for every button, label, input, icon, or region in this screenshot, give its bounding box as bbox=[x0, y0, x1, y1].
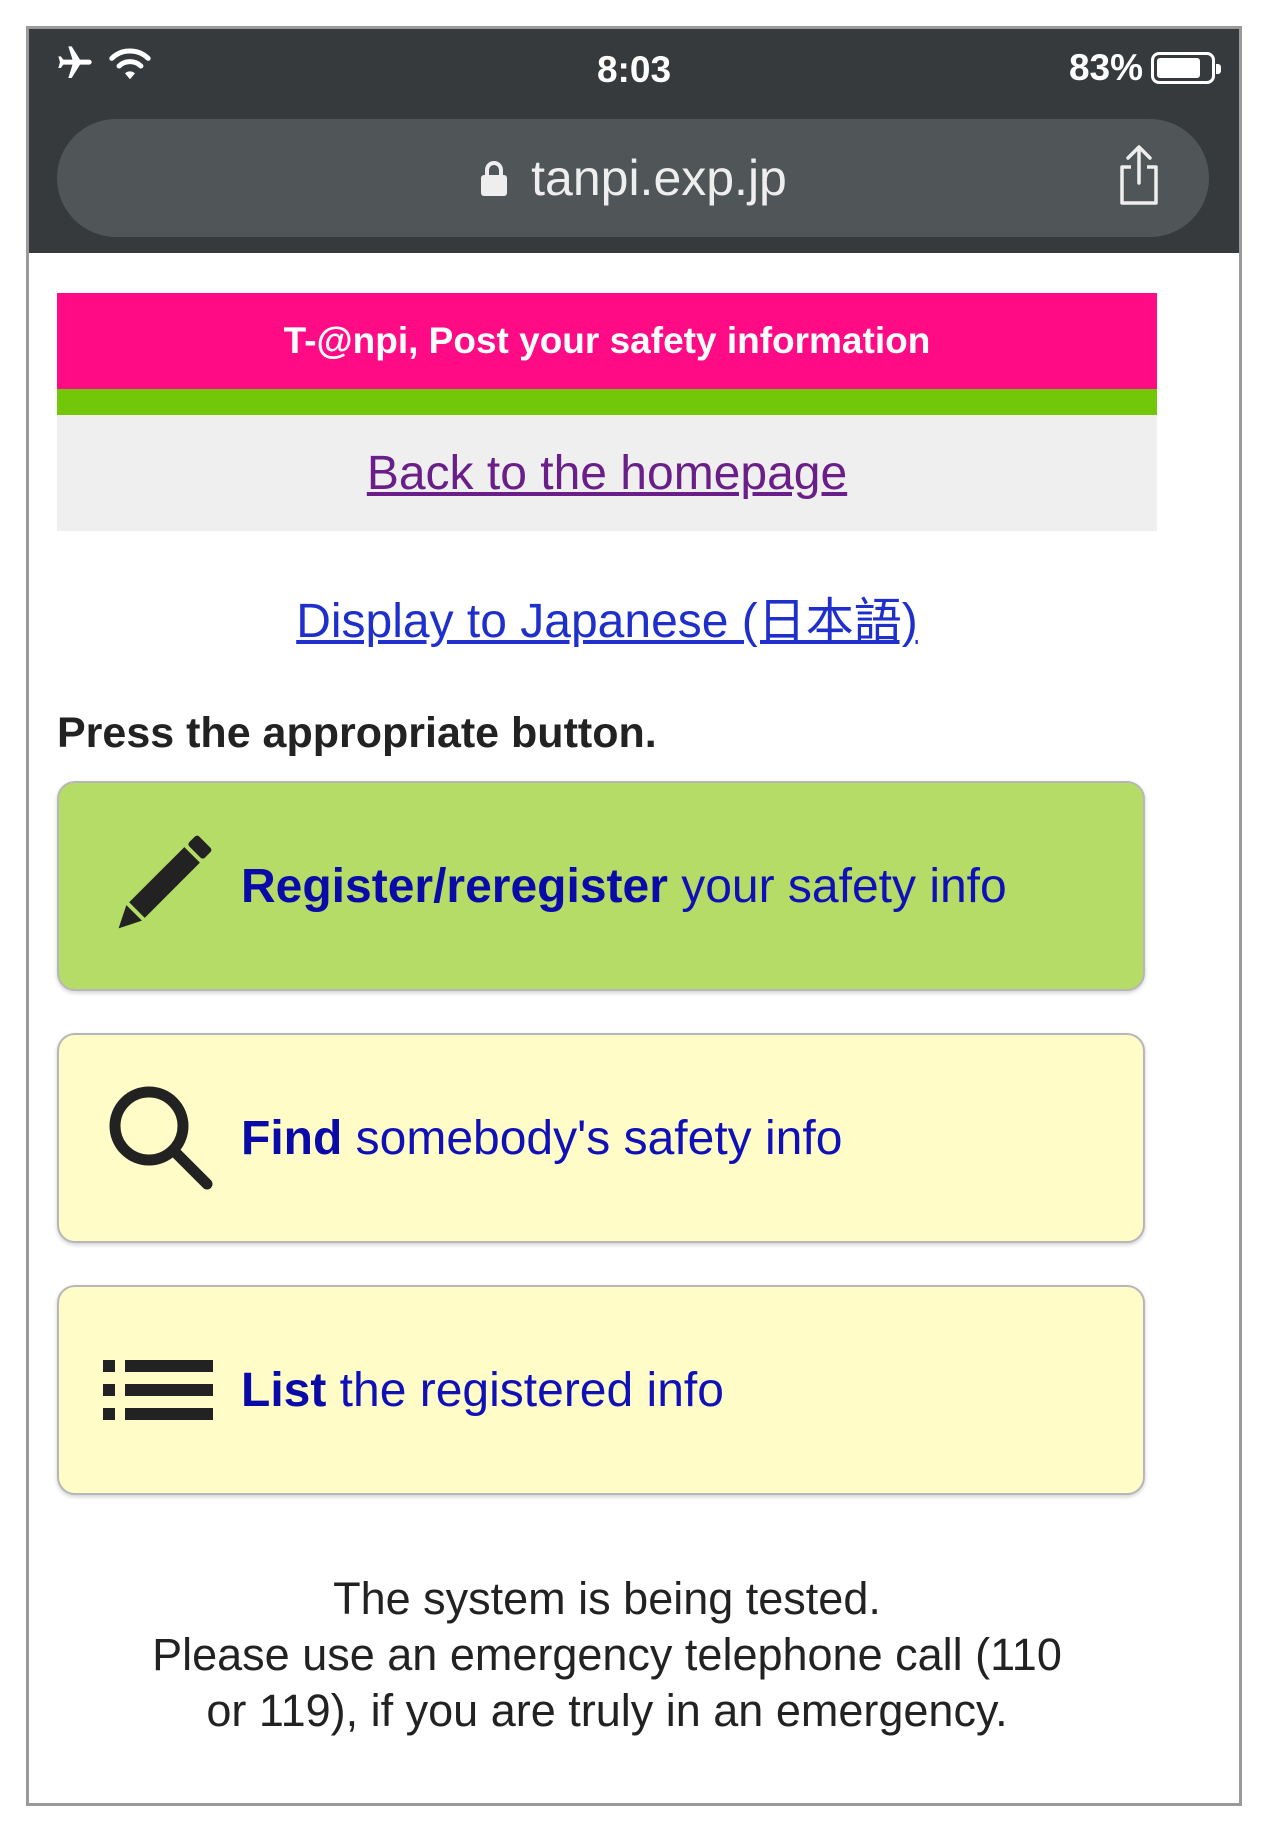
display-japanese-link-text[interactable]: Display to Japanese (日本語) bbox=[296, 595, 918, 648]
list-button-rest: the registered info bbox=[326, 1363, 724, 1417]
search-icon bbox=[109, 1086, 213, 1190]
page-banner: T-@npi, Post your safety information bbox=[57, 293, 1157, 389]
find-button-label: Find somebody's safety info bbox=[241, 1111, 842, 1166]
display-japanese-link: Display to Japanese (日本語) bbox=[57, 581, 1157, 651]
battery-tip bbox=[1216, 64, 1221, 74]
banner-stripe bbox=[57, 389, 1157, 415]
battery-percent: 83% bbox=[1068, 47, 1143, 88]
url-center: tanpi.exp.jp bbox=[57, 119, 1209, 237]
device-frame: 8:03 83% tanpi.exp.jp T-@npi, Post your … bbox=[26, 26, 1242, 1806]
instruction-text: Press the appropriate button. bbox=[57, 709, 657, 757]
share-icon[interactable] bbox=[1115, 143, 1163, 207]
list-button-label: List the registered info bbox=[241, 1363, 724, 1418]
list-button[interactable]: List the registered info bbox=[57, 1285, 1145, 1495]
browser-chrome: 8:03 83% tanpi.exp.jp bbox=[29, 29, 1239, 253]
list-icon bbox=[103, 1360, 213, 1420]
notice-line-3: or 119), if you are truly in an emergenc… bbox=[206, 1685, 1008, 1736]
find-button-strong: Find bbox=[241, 1111, 343, 1165]
pencil-icon bbox=[118, 835, 212, 929]
register-button[interactable]: Register/reregister your safety info bbox=[57, 781, 1145, 991]
url-text: tanpi.exp.jp bbox=[531, 150, 787, 206]
battery-level bbox=[1157, 58, 1201, 78]
back-link-box: Back to the homepage bbox=[57, 415, 1157, 531]
register-button-rest: your safety info bbox=[667, 859, 1007, 913]
list-button-strong: List bbox=[241, 1363, 327, 1417]
status-bar: 8:03 83% bbox=[29, 29, 1239, 121]
back-to-homepage-link[interactable]: Back to the homepage bbox=[367, 446, 847, 501]
battery-icon bbox=[1151, 52, 1221, 84]
find-button[interactable]: Find somebody's safety info bbox=[57, 1033, 1145, 1243]
url-bar[interactable]: tanpi.exp.jp bbox=[57, 119, 1209, 237]
lock-icon bbox=[481, 161, 508, 196]
notice-line-1: The system is being tested. bbox=[333, 1573, 881, 1624]
test-notice: The system is being tested. Please use a… bbox=[57, 1571, 1157, 1739]
notice-line-2: Please use an emergency telephone call (… bbox=[152, 1629, 1062, 1680]
register-button-label: Register/reregister your safety info bbox=[241, 859, 1007, 914]
status-time: 8:03 bbox=[596, 49, 672, 90]
find-button-rest: somebody's safety info bbox=[342, 1111, 843, 1165]
register-button-strong: Register/reregister bbox=[241, 859, 668, 913]
status-right: 83% bbox=[1068, 47, 1221, 89]
